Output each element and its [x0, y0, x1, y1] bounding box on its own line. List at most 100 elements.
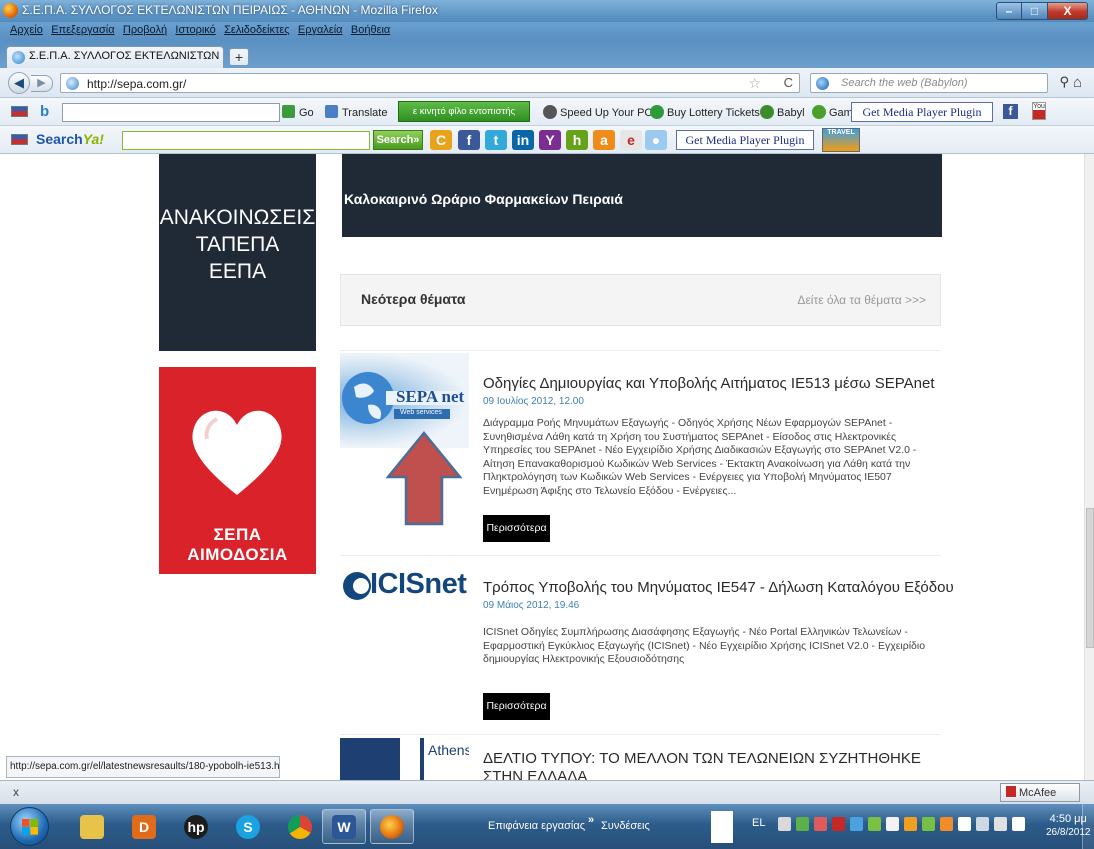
youtube-icon[interactable]: You	[1032, 102, 1046, 120]
menu-help[interactable]: Βοήθεια	[351, 24, 390, 36]
blood-donation-banner[interactable]: ΣΕΠΑ ΑΙΜΟΔΟΣΙΑ	[159, 367, 316, 574]
icisnet-thumbnail[interactable]: ICISnet	[340, 564, 469, 609]
home-icon[interactable]: ⌂	[1073, 74, 1082, 91]
flag-icon[interactable]	[11, 106, 28, 117]
tray-icon[interactable]	[886, 817, 899, 831]
menu-view[interactable]: Προβολή	[123, 24, 167, 36]
show-desktop-button[interactable]	[1082, 804, 1094, 849]
menu-history[interactable]: Ιστορικό	[175, 24, 215, 36]
pharmacy-news-banner[interactable]: Καλοκαιρινό Ωράριο Φαρμακείων Πειραιά	[342, 154, 942, 237]
links-toolbar-label[interactable]: Συνδέσεις	[601, 820, 650, 832]
tray-icon[interactable]	[940, 817, 953, 831]
media-player-plugin-button-2[interactable]: Get Media Player Plugin	[676, 130, 814, 150]
url-bar[interactable]: http://sepa.com.gr/ ☆ C	[60, 73, 800, 93]
mcafee-shield-icon	[1006, 786, 1016, 797]
taskbar-chrome[interactable]	[278, 809, 322, 844]
yahoo-icon[interactable]: Y	[539, 130, 561, 150]
new-tab-button[interactable]: +	[229, 48, 249, 66]
coupon-icon[interactable]: C	[430, 130, 452, 150]
article-title[interactable]: ΔΕΛΤΙΟ ΤΥΠΟΥ: ΤΟ ΜΕΛΛΟΝ ΤΩΝ ΤΕΛΩΝΕΙΩΝ ΣΥ…	[483, 750, 938, 780]
tray-icon[interactable]	[904, 817, 917, 831]
menu-bookmarks[interactable]: Σελιδοδείκτες	[224, 24, 289, 36]
chat-icon[interactable]: ●	[645, 130, 667, 150]
searchya-input[interactable]	[122, 131, 370, 150]
start-button[interactable]	[10, 807, 49, 846]
navigation-bar: ◀ ▶ http://sepa.com.gr/ ☆ C Search the w…	[0, 68, 1094, 98]
volume-icon[interactable]	[994, 817, 1007, 831]
h-icon[interactable]: h	[566, 130, 588, 150]
babylon-link[interactable]: Babyl	[760, 105, 805, 119]
article-title[interactable]: Οδηγίες Δημιουργίας και Υποβολής Αιτήματ…	[483, 375, 935, 392]
chevron-icon[interactable]: »	[588, 814, 594, 826]
menu-file[interactable]: Αρχείο	[10, 24, 43, 36]
tray-icon[interactable]	[922, 817, 935, 831]
thumb-text: SEPA net	[396, 387, 465, 406]
menu-tools[interactable]: Εργαλεία	[298, 24, 343, 36]
linkedin-icon[interactable]: in	[512, 130, 534, 150]
tray-icon[interactable]	[796, 817, 809, 831]
babylon-search-icon[interactable]	[816, 77, 829, 90]
tray-icon[interactable]	[832, 817, 845, 831]
article-title[interactable]: Τρόπος Υποβολής του Μηνύματος ΙΕ547 - Δή…	[483, 579, 954, 596]
reload-icon[interactable]: C	[784, 75, 793, 90]
word-icon: W	[332, 814, 356, 839]
announcements-banner[interactable]: ΑΝΑΚΟΙΝΩΣΕΙΣ ΤΑΠΕΠΑ ΕΕΠΑ	[159, 154, 316, 351]
maximize-button[interactable]: □	[1022, 2, 1048, 20]
scrollbar-thumb[interactable]	[1086, 508, 1094, 648]
more-button[interactable]: Περισσότερα	[483, 693, 550, 720]
taskbar-word[interactable]: W	[322, 809, 366, 844]
taskbar-daemon[interactable]: D	[122, 809, 166, 844]
menu-edit[interactable]: Επεξεργασία	[51, 24, 114, 36]
ebay-icon[interactable]: e	[620, 130, 642, 150]
battery-icon[interactable]	[1012, 817, 1025, 831]
toolbar-search-input[interactable]	[62, 103, 280, 122]
athens-thumbnail[interactable]: Athens	[340, 738, 469, 780]
flag-tray-icon[interactable]	[958, 817, 971, 831]
page-scrollbar[interactable]	[1084, 154, 1094, 780]
translate-button[interactable]: Translate	[325, 105, 387, 119]
tray-icon[interactable]	[868, 817, 881, 831]
travel-icon[interactable]: TRAVEL	[822, 128, 860, 152]
amazon-icon[interactable]: a	[593, 130, 615, 150]
language-indicator[interactable]: EL	[752, 817, 765, 829]
babylon-logo-icon[interactable]: b	[40, 103, 49, 120]
twitter-icon[interactable]: t	[485, 130, 507, 150]
minimize-button[interactable]: –	[996, 2, 1022, 20]
mobile-locator-button[interactable]: ε κινητό φίλο εντοπιστής	[398, 101, 530, 122]
back-button[interactable]: ◀	[8, 72, 30, 94]
search-magnifier-icon[interactable]: ⚲	[1059, 74, 1069, 90]
speed-up-pc-link[interactable]: Speed Up Your PC	[543, 105, 652, 119]
site-identity-icon[interactable]	[66, 77, 79, 90]
bookmark-star-icon[interactable]: ☆	[748, 75, 761, 92]
thumb-text: ICISnet	[370, 568, 467, 600]
lottery-link[interactable]: Buy Lottery Tickets	[650, 105, 760, 119]
close-button[interactable]: X	[1048, 2, 1088, 20]
network-icon[interactable]	[976, 817, 989, 831]
go-button[interactable]: Go	[282, 105, 314, 119]
taskbar-skype[interactable]: S	[226, 809, 270, 844]
search-input[interactable]: Search the web (Babylon) ⚲	[810, 73, 1069, 93]
desktop-toolbar-label[interactable]: Επιφάνεια εργασίας	[488, 820, 585, 832]
tab-sepa[interactable]: Σ.Ε.Π.Α. ΣΥΛΛΟΓΟΣ ΕΚΤΕΛΩΝΙΣΤΩΝ ΠΕΙ...	[6, 46, 224, 68]
close-addonbar-icon[interactable]: x	[13, 785, 19, 799]
facebook-icon[interactable]: f	[458, 130, 480, 150]
media-player-plugin-button[interactable]: Get Media Player Plugin	[851, 102, 993, 122]
tray-icon[interactable]	[778, 817, 791, 831]
taskbar-blank-button[interactable]	[711, 811, 733, 843]
forward-button[interactable]: ▶	[31, 75, 53, 92]
taskbar-hp[interactable]: hp	[174, 809, 218, 844]
flag-icon[interactable]	[11, 134, 28, 145]
skype-icon: S	[236, 814, 260, 839]
addon-bar: x McAfee	[0, 780, 1094, 804]
see-all-topics-link[interactable]: Δείτε όλα τα θέματα >>>	[797, 293, 926, 307]
tray-icon[interactable]	[814, 817, 827, 831]
tray-icon[interactable]	[850, 817, 863, 831]
facebook-icon[interactable]: f	[1003, 104, 1018, 119]
more-button[interactable]: Περισσότερα	[483, 515, 550, 542]
article-item: ICISnet Τρόπος Υποβολής του Μηνύματος ΙΕ…	[340, 555, 954, 731]
searchya-button[interactable]: Search»	[373, 130, 423, 150]
searchya-logo[interactable]: SearchYa!	[36, 131, 104, 147]
mcafee-button[interactable]: McAfee	[1000, 783, 1080, 802]
taskbar-file-explorer[interactable]	[70, 809, 114, 844]
taskbar-firefox[interactable]	[370, 809, 414, 844]
